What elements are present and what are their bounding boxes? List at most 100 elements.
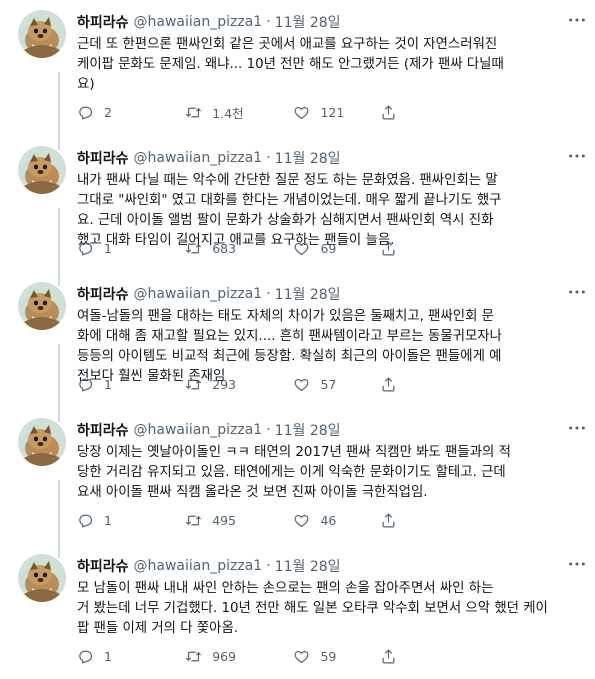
tweet[interactable]: 하피라슈 @hawaiian_pizza1 · 11월 28일 내가 팬싸 다닐… bbox=[0, 136, 595, 286]
avatar[interactable] bbox=[18, 282, 66, 330]
user-handle[interactable]: @hawaiian_pizza1 bbox=[134, 558, 263, 574]
share-button[interactable] bbox=[380, 648, 407, 665]
reply-count: 1 bbox=[104, 648, 112, 664]
tweet-text: 당장 이제는 옛날아이돌인 ㅋㅋ 태연의 2017년 팬싸 직캠만 봐도 팬들과… bbox=[77, 445, 511, 500]
more-dots-icon[interactable] bbox=[567, 148, 587, 164]
reply-icon bbox=[79, 650, 93, 663]
tweet-actions: 2 1.4천 121 bbox=[77, 102, 407, 122]
tweet-header: 하피라슈 @hawaiian_pizza1 · 11월 28일 bbox=[77, 12, 577, 32]
tweet-actions: 1 495 46 bbox=[77, 510, 407, 530]
timestamp[interactable]: 11월 28일 bbox=[275, 12, 341, 32]
like-button[interactable]: 57 bbox=[293, 376, 380, 393]
avatar[interactable] bbox=[18, 418, 66, 466]
share-icon bbox=[382, 512, 395, 527]
avatar-column bbox=[18, 146, 66, 286]
display-name[interactable]: 하피라슈 bbox=[77, 420, 129, 440]
timestamp[interactable]: 11월 28일 bbox=[275, 556, 341, 576]
tweet-content: 하피라슈 @hawaiian_pizza1 · 11월 28일 근데 또 한편으… bbox=[77, 12, 577, 95]
retweet-button[interactable]: 683 bbox=[185, 240, 293, 257]
avatar-column bbox=[18, 554, 66, 602]
reply-button[interactable]: 2 bbox=[77, 104, 185, 121]
user-handle[interactable]: @hawaiian_pizza1 bbox=[134, 14, 263, 30]
like-count: 69 bbox=[320, 240, 337, 256]
reply-button[interactable]: 1 bbox=[77, 512, 185, 529]
separator-dot: · bbox=[266, 14, 271, 30]
tweet[interactable]: 하피라슈 @hawaiian_pizza1 · 11월 28일 당장 이제는 옛… bbox=[0, 408, 595, 558]
retweet-button[interactable]: 495 bbox=[185, 512, 293, 529]
share-icon bbox=[382, 240, 395, 255]
user-handle[interactable]: @hawaiian_pizza1 bbox=[134, 150, 263, 166]
tweet-thread: 하피라슈 @hawaiian_pizza1 · 11월 28일 근데 또 한편으… bbox=[0, 0, 595, 679]
reply-count: 1 bbox=[104, 512, 112, 528]
like-button[interactable]: 59 bbox=[293, 648, 380, 665]
tweet-header: 하피라슈 @hawaiian_pizza1 · 11월 28일 bbox=[77, 148, 577, 168]
tweet-header: 하피라슈 @hawaiian_pizza1 · 11월 28일 bbox=[77, 556, 577, 576]
user-handle[interactable]: @hawaiian_pizza1 bbox=[134, 286, 263, 302]
tweet[interactable]: 하피라슈 @hawaiian_pizza1 · 11월 28일 여돌-남돌의 팬… bbox=[0, 272, 595, 422]
reply-icon bbox=[79, 378, 93, 391]
heart-icon bbox=[295, 242, 309, 255]
avatar[interactable] bbox=[18, 10, 66, 58]
share-icon bbox=[382, 376, 395, 391]
like-button[interactable]: 46 bbox=[293, 512, 380, 529]
tweet-actions: 1 293 57 bbox=[77, 374, 407, 394]
like-count: 57 bbox=[320, 376, 337, 392]
timestamp[interactable]: 11월 28일 bbox=[275, 420, 341, 440]
display-name[interactable]: 하피라슈 bbox=[77, 148, 129, 168]
retweet-count: 683 bbox=[212, 240, 237, 256]
heart-icon bbox=[295, 106, 309, 119]
reply-icon bbox=[79, 242, 93, 255]
share-icon bbox=[382, 104, 395, 119]
display-name[interactable]: 하피라슈 bbox=[77, 556, 129, 576]
heart-icon bbox=[295, 378, 309, 391]
tweet-text: 근데 또 한편으론 팬싸인회 같은 곳에서 애교를 요구하는 것이 자연스러워진… bbox=[77, 37, 504, 92]
timestamp[interactable]: 11월 28일 bbox=[275, 284, 341, 304]
user-handle[interactable]: @hawaiian_pizza1 bbox=[134, 422, 263, 438]
more-dots-icon[interactable] bbox=[567, 420, 587, 436]
reply-button[interactable]: 1 bbox=[77, 376, 185, 393]
retweet-count: 293 bbox=[212, 376, 237, 392]
reply-count: 1 bbox=[104, 240, 112, 256]
tweet-actions: 1 969 59 bbox=[77, 646, 407, 666]
share-button[interactable] bbox=[380, 512, 407, 529]
retweet-count: 969 bbox=[212, 648, 237, 664]
tweet-header: 하피라슈 @hawaiian_pizza1 · 11월 28일 bbox=[77, 420, 577, 440]
share-button[interactable] bbox=[380, 376, 407, 393]
share-button[interactable] bbox=[380, 104, 407, 121]
more-dots-icon[interactable] bbox=[567, 12, 587, 28]
retweet-icon bbox=[186, 651, 202, 661]
tweet-content: 하피라슈 @hawaiian_pizza1 · 11월 28일 모 남돌이 팬싸… bbox=[77, 556, 577, 639]
display-name[interactable]: 하피라슈 bbox=[77, 12, 129, 32]
avatar-column bbox=[18, 418, 66, 558]
tweet-content: 하피라슈 @hawaiian_pizza1 · 11월 28일 여돌-남돌의 팬… bbox=[77, 284, 577, 387]
reply-button[interactable]: 1 bbox=[77, 648, 185, 665]
retweet-count: 495 bbox=[212, 512, 237, 528]
reply-count: 2 bbox=[104, 104, 112, 120]
retweet-button[interactable]: 969 bbox=[185, 648, 293, 665]
like-button[interactable]: 121 bbox=[293, 104, 380, 121]
retweet-button[interactable]: 293 bbox=[185, 376, 293, 393]
separator-dot: · bbox=[266, 558, 271, 574]
avatar[interactable] bbox=[18, 146, 66, 194]
retweet-button[interactable]: 1.4천 bbox=[185, 103, 293, 122]
more-dots-icon[interactable] bbox=[567, 284, 587, 300]
more-dots-icon[interactable] bbox=[567, 556, 587, 572]
avatar-column bbox=[18, 10, 66, 150]
separator-dot: · bbox=[266, 286, 271, 302]
tweet-content: 하피라슈 @hawaiian_pizza1 · 11월 28일 내가 팬싸 다닐… bbox=[77, 148, 577, 251]
reply-button[interactable]: 1 bbox=[77, 240, 185, 257]
tweet[interactable]: 하피라슈 @hawaiian_pizza1 · 11월 28일 근데 또 한편으… bbox=[0, 0, 595, 150]
share-button[interactable] bbox=[380, 240, 407, 257]
retweet-icon bbox=[186, 515, 202, 525]
avatar-column bbox=[18, 282, 66, 422]
avatar[interactable] bbox=[18, 554, 66, 602]
like-button[interactable]: 69 bbox=[293, 240, 380, 257]
retweet-icon bbox=[186, 379, 202, 389]
tweet-actions: 1 683 69 bbox=[77, 238, 407, 258]
tweet[interactable]: 하피라슈 @hawaiian_pizza1 · 11월 28일 모 남돌이 팬싸… bbox=[0, 544, 595, 679]
like-count: 46 bbox=[320, 512, 337, 528]
tweet-content: 하피라슈 @hawaiian_pizza1 · 11월 28일 당장 이제는 옛… bbox=[77, 420, 577, 503]
timestamp[interactable]: 11월 28일 bbox=[275, 148, 341, 168]
retweet-icon bbox=[186, 107, 202, 117]
display-name[interactable]: 하피라슈 bbox=[77, 284, 129, 304]
